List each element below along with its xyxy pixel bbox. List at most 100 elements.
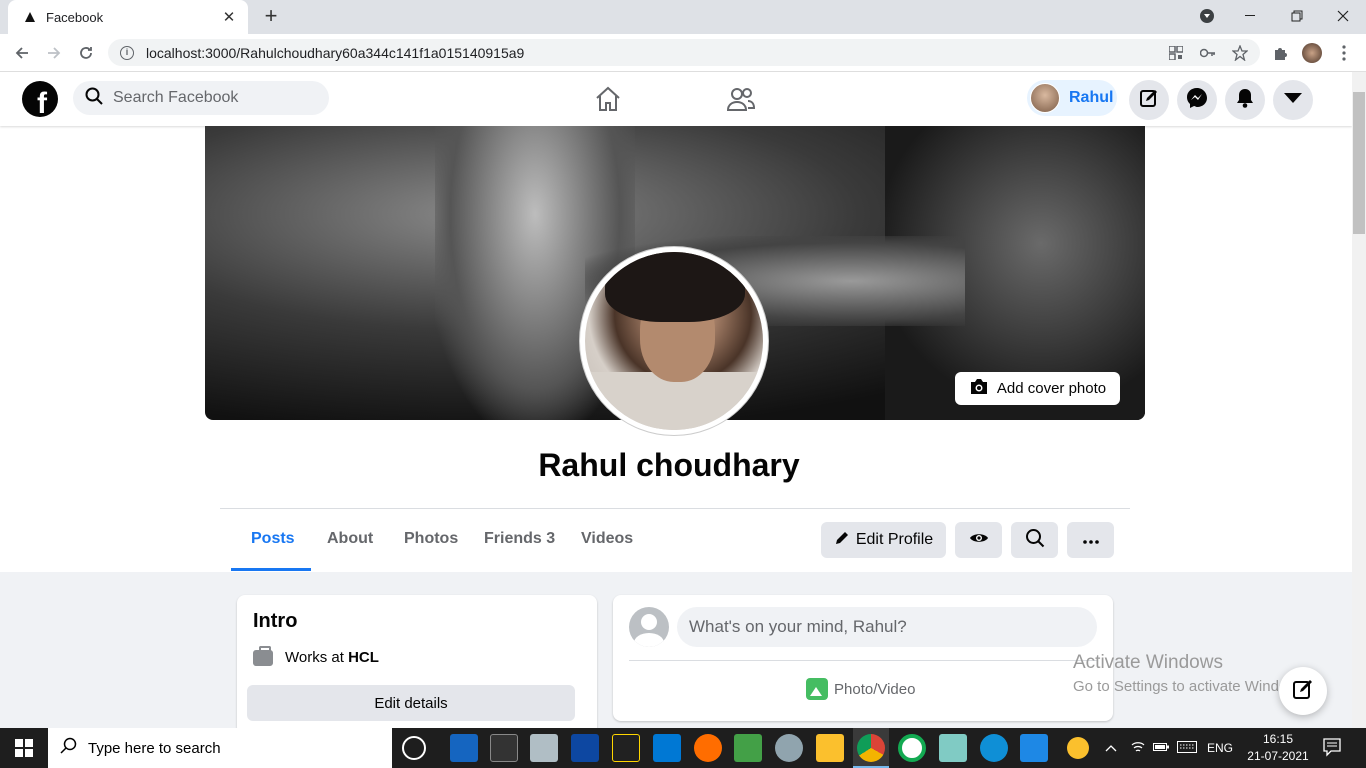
weather-icon[interactable] [1067,737,1089,759]
bell-icon [1236,88,1254,113]
battery-icon[interactable] [1153,741,1169,755]
briefcase-icon [253,645,273,666]
app-icon-8[interactable] [734,734,762,762]
scrollbar-thumb[interactable] [1353,92,1365,234]
messenger-button[interactable] [1177,80,1217,120]
facebook-logo[interactable]: f [22,81,58,117]
chrome-profile-avatar[interactable] [1302,43,1322,63]
user-profile-chip[interactable]: Rahul [1027,80,1117,116]
minimize-icon[interactable] [1228,0,1274,32]
works-at-row: Works at HCL [253,645,379,666]
close-window-icon[interactable] [1320,0,1366,32]
edit-profile-button[interactable]: Edit Profile [821,522,946,558]
taskbar-clock[interactable]: 16:15 21-07-2021 [1244,731,1312,765]
works-prefix: Works at [285,649,349,666]
back-icon[interactable] [9,40,35,66]
bookmark-star-icon[interactable] [1230,43,1250,63]
search-icon [85,87,103,110]
create-post-button[interactable] [1129,80,1169,120]
facebook-favicon-icon [22,9,38,25]
notification-center-icon[interactable] [1322,737,1346,759]
active-tab-indicator [231,568,311,571]
more-options-button[interactable] [1067,522,1114,558]
messenger-icon [1186,87,1208,114]
file-explorer-icon[interactable] [816,734,844,762]
profile-menu-icon[interactable] [1184,0,1230,32]
windows-start-icon[interactable] [0,728,48,768]
profile-picture[interactable] [579,246,769,436]
tab-photos[interactable]: Photos [404,530,458,548]
activate-windows-watermark: Activate Windows Go to Settings to activ… [1073,652,1310,695]
whats-on-your-mind-input[interactable]: What's on your mind, Rahul? [677,607,1097,647]
qr-code-icon[interactable] [1166,43,1186,63]
wifi-icon[interactable] [1131,741,1145,756]
address-bar[interactable]: i localhost:3000/Rahulchoudhary60a344c14… [108,39,1260,66]
edge-icon[interactable] [980,734,1008,762]
camera-icon [969,378,989,399]
terminal-icon[interactable] [490,734,518,762]
facebook-search[interactable] [73,81,329,115]
tab-videos[interactable]: Videos [581,530,633,548]
new-tab-button[interactable]: + [260,5,282,28]
search-icon [1025,528,1045,553]
avatar [1030,83,1060,113]
works-company: HCL [348,649,379,666]
photo-video-button[interactable]: Photo/Video [806,678,915,700]
edit-details-button[interactable]: Edit details [247,685,575,721]
search-input[interactable] [113,89,313,107]
clock-time: 16:15 [1262,732,1294,746]
pencil-icon [834,530,850,551]
browser-tab[interactable]: Facebook ✕ [8,0,248,34]
eye-icon [969,531,989,550]
notifications-button[interactable] [1225,80,1265,120]
watermark-line1: Activate Windows [1073,652,1223,673]
keyboard-icon[interactable] [1177,740,1197,756]
firefox-icon[interactable] [694,734,722,762]
restore-icon[interactable] [1274,0,1320,32]
add-cover-photo-label: Add cover photo [996,380,1107,397]
composer-divider [629,660,1097,661]
powershell-icon[interactable] [571,734,599,762]
vscode-icon[interactable] [653,734,681,762]
friends-icon[interactable] [726,84,756,114]
forward-icon[interactable] [41,40,67,66]
mongodb-icon[interactable] [898,734,926,762]
settings-gear-icon[interactable] [775,734,803,762]
edit-profile-label: Edit Profile [855,531,934,548]
app-icon-3[interactable] [530,734,558,762]
user-name: Rahul [1069,89,1114,106]
account-menu-button[interactable] [1273,80,1313,120]
tab-friends[interactable]: Friends 3 [484,530,555,548]
view-as-button[interactable] [955,522,1002,558]
add-cover-photo-button[interactable]: Add cover photo [955,372,1120,405]
photos-icon[interactable] [1020,734,1048,762]
tab-about[interactable]: About [327,530,373,548]
close-tab-icon[interactable]: ✕ [220,8,238,26]
search-icon [60,737,78,759]
watermark-line2: Go to Settings to activate Windows. [1073,678,1310,695]
task-view-icon[interactable] [402,736,426,760]
intro-title: Intro [253,610,298,632]
edit-icon [1139,88,1159,113]
new-message-fab[interactable] [1279,667,1327,715]
compose-icon [1292,678,1314,705]
search-profile-button[interactable] [1011,522,1058,558]
photo-icon [806,678,828,700]
site-info-icon[interactable]: i [120,45,134,60]
home-icon[interactable] [593,84,623,114]
extensions-puzzle-icon[interactable] [1270,43,1290,63]
more-vert-icon[interactable] [1334,43,1354,63]
caret-down-icon [1283,91,1303,109]
taskbar-search[interactable]: Type here to search [48,728,392,768]
photo-video-label: Photo/Video [834,680,916,698]
language-indicator[interactable]: ENG [1207,741,1233,755]
tab-posts[interactable]: Posts [251,530,295,548]
url-text: localhost:3000/Rahulchoudhary60a344c141f… [146,44,525,61]
chevron-up-icon[interactable] [1105,741,1117,755]
app-icon-5[interactable] [612,734,640,762]
reload-icon[interactable] [73,40,99,66]
app-icon-12[interactable] [939,734,967,762]
app-icon-1[interactable] [450,734,478,762]
key-icon[interactable] [1198,43,1218,63]
profile-name: Rahul choudhary [538,447,800,483]
